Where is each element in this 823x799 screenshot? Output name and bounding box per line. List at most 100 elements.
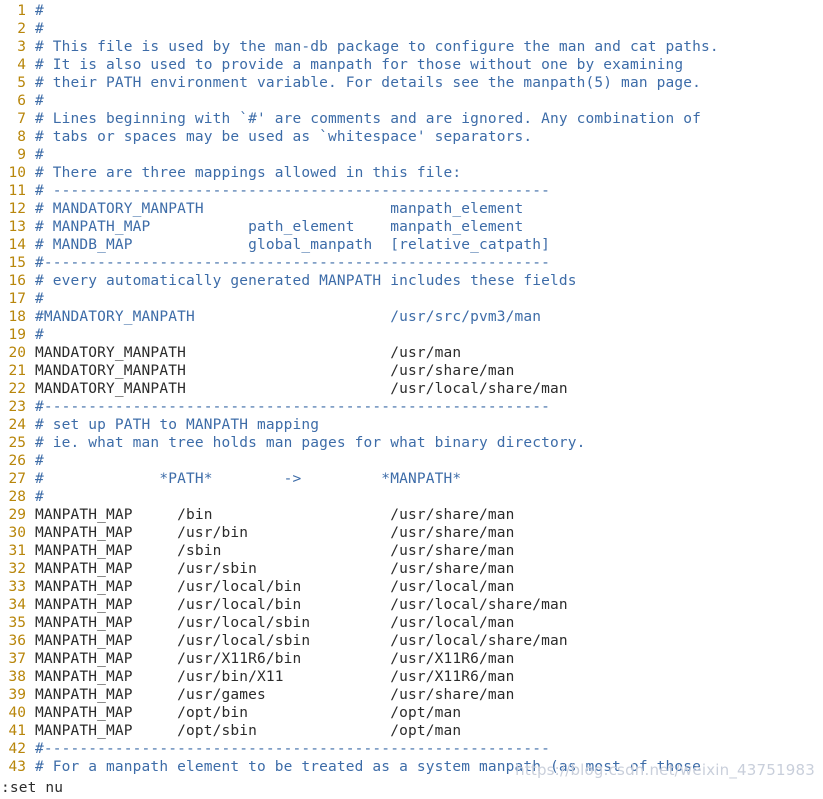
config-directive-text: MANDATORY_MANPATH /usr/share/man: [35, 363, 515, 379]
line-number: 5: [17, 75, 26, 91]
line-number: 41: [8, 723, 26, 739]
code-line[interactable]: 37 MANPATH_MAP /usr/X11R6/bin /usr/X11R6/…: [0, 650, 823, 668]
code-line[interactable]: 28 #: [0, 488, 823, 506]
comment-text: # tabs or spaces may be used as `whitesp…: [35, 129, 533, 145]
code-line[interactable]: 30 MANPATH_MAP /usr/bin /usr/share/man: [0, 524, 823, 542]
code-line[interactable]: 22 MANDATORY_MANPATH /usr/local/share/man: [0, 380, 823, 398]
code-line[interactable]: 4 # It is also used to provide a manpath …: [0, 56, 823, 74]
code-line[interactable]: 23 #-------------------------------------…: [0, 398, 823, 416]
comment-text: # set up PATH to MANPATH mapping: [35, 417, 320, 433]
config-directive-text: MANPATH_MAP /usr/local/sbin /usr/local/s…: [35, 633, 568, 649]
code-line[interactable]: 19 #: [0, 326, 823, 344]
line-number: 18: [8, 309, 26, 325]
line-number: 22: [8, 381, 26, 397]
config-directive-text: MANPATH_MAP /usr/bin/X11 /usr/X11R6/man: [35, 669, 515, 685]
line-number: 4: [17, 57, 26, 73]
code-line[interactable]: 17 #: [0, 290, 823, 308]
code-line[interactable]: 31 MANPATH_MAP /sbin /usr/share/man: [0, 542, 823, 560]
line-number: 8: [17, 129, 26, 145]
config-directive-text: MANPATH_MAP /usr/sbin /usr/share/man: [35, 561, 515, 577]
code-line[interactable]: 10 # There are three mappings allowed in …: [0, 164, 823, 182]
comment-text: # Lines beginning with `#' are comments …: [35, 111, 701, 127]
line-number: 36: [8, 633, 26, 649]
comment-text: # *PATH* -> *MANPATH*: [35, 471, 462, 487]
code-line[interactable]: 40 MANPATH_MAP /opt/bin /opt/man: [0, 704, 823, 722]
code-line[interactable]: 1 #: [0, 2, 823, 20]
code-line[interactable]: 32 MANPATH_MAP /usr/sbin /usr/share/man: [0, 560, 823, 578]
comment-text: #---------------------------------------…: [35, 399, 551, 415]
comment-text: #: [35, 3, 44, 19]
code-line[interactable]: 29 MANPATH_MAP /bin /usr/share/man: [0, 506, 823, 524]
line-number: 20: [8, 345, 26, 361]
line-number: 33: [8, 579, 26, 595]
comment-text: # --------------------------------------…: [35, 183, 551, 199]
comment-text: #: [35, 489, 44, 505]
code-line[interactable]: 26 #: [0, 452, 823, 470]
comment-text: # It is also used to provide a manpath f…: [35, 57, 684, 73]
comment-text: #---------------------------------------…: [35, 741, 551, 757]
line-number: 19: [8, 327, 26, 343]
line-number: 11: [8, 183, 26, 199]
code-line[interactable]: 36 MANPATH_MAP /usr/local/sbin /usr/local…: [0, 632, 823, 650]
code-line[interactable]: 25 # ie. what man tree holds man pages fo…: [0, 434, 823, 452]
code-line[interactable]: 34 MANPATH_MAP /usr/local/bin /usr/local/…: [0, 596, 823, 614]
comment-text: # ie. what man tree holds man pages for …: [35, 435, 586, 451]
code-line[interactable]: 18 #MANDATORY_MANPATH /usr/src/pvm3/man: [0, 308, 823, 326]
code-line[interactable]: 11 # ------------------------------------…: [0, 182, 823, 200]
line-number: 10: [8, 165, 26, 181]
code-line[interactable]: 20 MANDATORY_MANPATH /usr/man: [0, 344, 823, 362]
code-line[interactable]: 15 #-------------------------------------…: [0, 254, 823, 272]
line-number: 27: [8, 471, 26, 487]
code-line[interactable]: 13 # MANPATH_MAP path_element manpath_ele…: [0, 218, 823, 236]
line-number: 13: [8, 219, 26, 235]
code-line[interactable]: 5 # their PATH environment variable. For …: [0, 74, 823, 92]
comment-text: # There are three mappings allowed in th…: [35, 165, 462, 181]
line-number: 7: [17, 111, 26, 127]
code-line[interactable]: 16 # every automatically generated MANPAT…: [0, 272, 823, 290]
comment-text: #: [35, 453, 44, 469]
line-number: 29: [8, 507, 26, 523]
code-line[interactable]: 7 # Lines beginning with `#' are comments…: [0, 110, 823, 128]
line-number: 12: [8, 201, 26, 217]
comment-text: #: [35, 147, 44, 163]
comment-text: #: [35, 21, 44, 37]
config-directive-text: MANPATH_MAP /usr/local/bin /usr/local/sh…: [35, 597, 568, 613]
code-line[interactable]: 35 MANPATH_MAP /usr/local/sbin /usr/local…: [0, 614, 823, 632]
code-line[interactable]: 8 # tabs or spaces may be used as `whites…: [0, 128, 823, 146]
line-number: 42: [8, 741, 26, 757]
code-line[interactable]: 21 MANDATORY_MANPATH /usr/share/man: [0, 362, 823, 380]
config-directive-text: MANDATORY_MANPATH /usr/man: [35, 345, 462, 361]
code-line[interactable]: 2 #: [0, 20, 823, 38]
code-line[interactable]: 12 # MANDATORY_MANPATH manpath_element: [0, 200, 823, 218]
comment-text: # For a manpath element to be treated as…: [35, 759, 701, 774]
code-line[interactable]: 33 MANPATH_MAP /usr/local/bin /usr/local/…: [0, 578, 823, 596]
code-line[interactable]: 6 #: [0, 92, 823, 110]
code-line[interactable]: 3 # This file is used by the man-db packa…: [0, 38, 823, 56]
config-directive-text: MANDATORY_MANPATH /usr/local/share/man: [35, 381, 568, 397]
line-number: 39: [8, 687, 26, 703]
code-line[interactable]: 41 MANPATH_MAP /opt/sbin /opt/man: [0, 722, 823, 740]
line-number: 3: [17, 39, 26, 55]
code-line[interactable]: 39 MANPATH_MAP /usr/games /usr/share/man: [0, 686, 823, 704]
line-number: 38: [8, 669, 26, 685]
code-line[interactable]: 14 # MANDB_MAP global_manpath [relative_c…: [0, 236, 823, 254]
config-directive-text: MANPATH_MAP /opt/sbin /opt/man: [35, 723, 462, 739]
comment-text: # MANPATH_MAP path_element manpath_eleme…: [35, 219, 524, 235]
vim-text-buffer[interactable]: 1 #2 #3 # This file is used by the man-db p…: [0, 0, 823, 774]
comment-text: #: [35, 327, 44, 343]
vim-status-line[interactable]: :set nu: [0, 777, 823, 799]
config-directive-text: MANPATH_MAP /opt/bin /opt/man: [35, 705, 462, 721]
line-number: 37: [8, 651, 26, 667]
line-number: 25: [8, 435, 26, 451]
code-line[interactable]: 38 MANPATH_MAP /usr/bin/X11 /usr/X11R6/ma…: [0, 668, 823, 686]
line-number: 23: [8, 399, 26, 415]
code-line[interactable]: 9 #: [0, 146, 823, 164]
code-line[interactable]: 43 # For a manpath element to be treated …: [0, 758, 823, 774]
line-number: 30: [8, 525, 26, 541]
code-line[interactable]: 27 # *PATH* -> *MANPATH*: [0, 470, 823, 488]
line-number: 1: [17, 3, 26, 19]
code-line[interactable]: 42 #-------------------------------------…: [0, 740, 823, 758]
code-line[interactable]: 24 # set up PATH to MANPATH mapping: [0, 416, 823, 434]
line-number: 34: [8, 597, 26, 613]
line-number: 32: [8, 561, 26, 577]
